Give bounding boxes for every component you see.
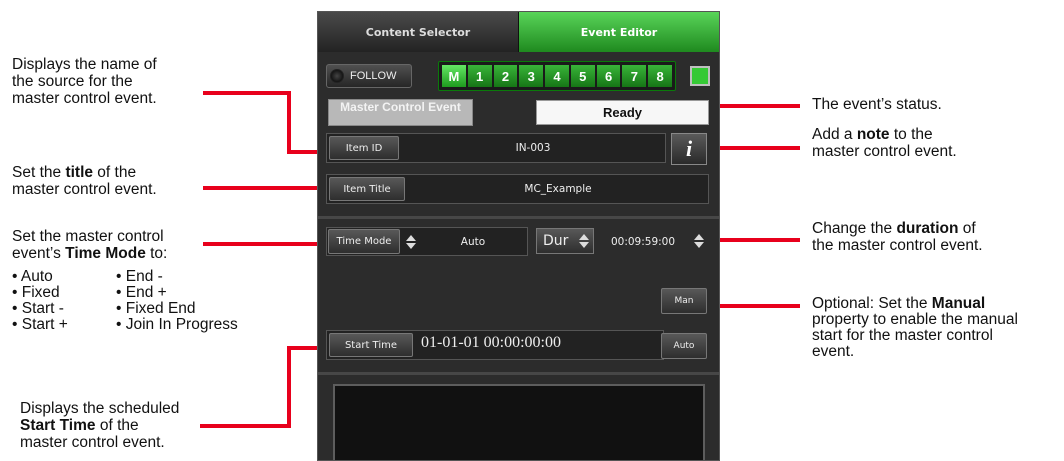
spinner-icon[interactable] (693, 230, 705, 252)
callout-line (287, 346, 291, 428)
channel-4-button[interactable]: 4 (545, 65, 569, 87)
status-badge: Ready (536, 100, 709, 125)
item-title-button[interactable]: Item Title (329, 177, 405, 201)
list-item: • Fixed End (116, 300, 196, 317)
note-line: Displays the scheduled (20, 400, 180, 417)
manual-button[interactable]: Man (661, 288, 707, 314)
note-bold: Start Time (20, 417, 96, 434)
item-id-field[interactable]: IN-003 (408, 136, 658, 160)
callout-line (710, 304, 800, 308)
duration-field[interactable]: 00:09:59:00 (598, 229, 688, 254)
note-manual: Optional: Set the Manual property to ena… (812, 296, 1018, 360)
list-item: • End + (116, 284, 167, 301)
list-item: • Join In Progress (116, 316, 238, 333)
list-item: • End - (116, 268, 163, 285)
list-item: • Fixed (12, 284, 60, 301)
callout-line (710, 238, 800, 242)
info-icon[interactable]: i (671, 133, 707, 165)
note-text: Optional: Set the (812, 295, 932, 312)
note-bold: Manual (931, 295, 986, 312)
note-bold: note (856, 126, 890, 143)
note-text: Change the (812, 220, 897, 237)
callout-line (710, 104, 800, 108)
preview-area (333, 384, 705, 460)
tab-event-editor[interactable]: Event Editor (519, 12, 719, 52)
note-line: master control event. (20, 434, 165, 451)
note-line: master control event. (812, 143, 957, 160)
note-line: start for the master control (812, 327, 993, 344)
note-text: to: (145, 245, 168, 262)
time-mode-value: Auto (460, 235, 486, 248)
note-text: Set the (12, 164, 66, 181)
tab-content-selector[interactable]: Content Selector (318, 12, 519, 52)
tab-bar: Content Selector Event Editor (318, 12, 719, 52)
start-time-button[interactable]: Start Time (329, 333, 413, 357)
list-item: • Start - (12, 300, 64, 317)
note-line: the source for the (12, 73, 133, 90)
note-add-note: Add a note to the master control event. (812, 126, 957, 160)
callout-line (706, 146, 800, 150)
channel-8-button[interactable]: 8 (648, 65, 673, 87)
channel-5-button[interactable]: 5 (570, 65, 595, 87)
event-editor-panel: Content Selector Event Editor FOLLOW M 1… (317, 11, 720, 461)
callout-line (203, 186, 327, 190)
callout-line (203, 91, 291, 95)
item-title-field[interactable]: MC_Example (413, 177, 703, 201)
channel-selector: M 1 2 3 4 5 6 7 8 (438, 61, 676, 91)
note-text: of the (93, 164, 137, 181)
duration-label: Dur (543, 233, 569, 249)
note-text: event’s (12, 245, 66, 262)
callout-line (287, 91, 291, 153)
note-bold: Time Mode (65, 245, 146, 262)
channel-2-button[interactable]: 2 (493, 65, 518, 87)
note-duration: Change the duration of the master contro… (812, 220, 983, 254)
note-line: master control event. (12, 90, 157, 107)
callout-line (200, 424, 290, 428)
channel-1-button[interactable]: 1 (467, 65, 492, 87)
spinner-icon[interactable] (405, 231, 417, 253)
start-time-field[interactable]: 01-01-01 00:00:00:00 (421, 334, 651, 356)
note-bold: title (65, 164, 93, 181)
follow-button[interactable]: FOLLOW (326, 64, 412, 88)
note-line: Displays the name of (12, 56, 157, 73)
channel-7-button[interactable]: 7 (622, 65, 647, 87)
channel-3-button[interactable]: 3 (519, 65, 544, 87)
status-indicator (690, 66, 710, 86)
note-text: of (958, 220, 976, 237)
note-bold: duration (896, 220, 959, 237)
auto-button[interactable]: Auto (661, 333, 707, 359)
note-text: of the (95, 417, 139, 434)
list-item: • Start + (12, 316, 68, 333)
note-title: Set the title of the master control even… (12, 164, 157, 198)
note-time-mode: Set the master control event’s Time Mode… (12, 228, 167, 262)
channel-m-button[interactable]: M (442, 65, 466, 87)
note-status: The event’s status. (812, 96, 942, 113)
note-start-time: Displays the scheduled Start Time of the… (20, 400, 179, 451)
channel-6-button[interactable]: 6 (596, 65, 621, 87)
note-line: property to enable the manual (812, 311, 1018, 328)
led-icon (330, 69, 344, 83)
note-text: Add a (812, 126, 857, 143)
divider (318, 216, 719, 219)
note-line: master control event. (12, 181, 157, 198)
callout-line (203, 242, 327, 246)
note-text: to the (889, 126, 933, 143)
follow-label: FOLLOW (350, 70, 397, 82)
spinner-icon[interactable] (578, 230, 590, 252)
item-id-button[interactable]: Item ID (329, 136, 399, 160)
divider (318, 372, 719, 375)
note-line: Set the master control (12, 228, 164, 245)
note-line: event. (812, 343, 855, 360)
time-mode-button[interactable]: Time Mode (328, 229, 400, 254)
note-line: the master control event. (812, 237, 983, 254)
note-source-name: Displays the name of the source for the … (12, 56, 157, 107)
list-item: • Auto (12, 268, 53, 285)
master-control-event-label: Master Control Event (328, 99, 473, 126)
